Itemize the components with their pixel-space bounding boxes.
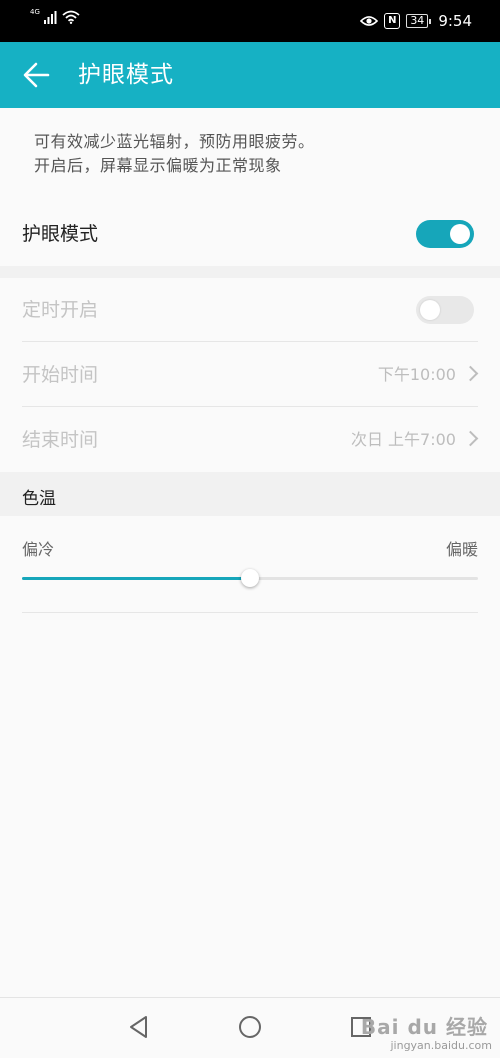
- app-bar: 护眼模式: [0, 42, 500, 108]
- cool-label: 偏冷: [22, 540, 55, 559]
- eye-comfort-toggle[interactable]: [416, 220, 474, 248]
- watermark-logo: Bai du 经验: [360, 1015, 488, 1039]
- color-temperature-slider[interactable]: [22, 568, 478, 590]
- watermark-url: jingyan.baidu.com: [390, 1039, 492, 1052]
- divider: [22, 612, 478, 613]
- eye-comfort-row[interactable]: 护眼模式: [22, 202, 478, 266]
- navigation-bar: Bai du 经验 jingyan.baidu.com: [0, 997, 500, 1058]
- start-time-label: 开始时间: [22, 364, 99, 386]
- slider-thumb[interactable]: [241, 569, 259, 587]
- schedule-label: 定时开启: [22, 299, 99, 321]
- end-time-row[interactable]: 结束时间 次日 上午7:00: [22, 408, 479, 472]
- warm-label: 偏暖: [445, 540, 478, 559]
- eye-comfort-label: 护眼模式: [22, 223, 99, 245]
- description-line-2: 开启后，屏幕显示偏暖为正常现象: [34, 156, 282, 175]
- battery-icon: 34: [406, 14, 432, 28]
- description-line-1: 可有效减少蓝光辐射，预防用眼疲劳。: [34, 132, 315, 151]
- status-left: 4G: [30, 8, 80, 24]
- start-time-value: 下午10:00: [377, 365, 456, 384]
- network-type: 4G: [30, 8, 40, 16]
- divider: [22, 341, 478, 342]
- section-divider: [0, 266, 500, 278]
- end-time-label: 结束时间: [22, 429, 99, 451]
- eye-icon: [360, 16, 379, 26]
- back-triangle-icon[interactable]: [126, 1014, 152, 1040]
- start-time-row[interactable]: 开始时间 下午10:00: [22, 343, 479, 407]
- status-bar: 4G N 34 9:54: [0, 0, 500, 42]
- toggle-knob: [420, 300, 440, 320]
- page-title: 护眼模式: [78, 62, 174, 88]
- description: 可有效减少蓝光辐射，预防用眼疲劳。 开启后，屏幕显示偏暖为正常现象: [34, 130, 474, 178]
- status-right: N 34 9:54: [360, 12, 472, 30]
- back-arrow-icon[interactable]: [18, 59, 54, 91]
- schedule-row[interactable]: 定时开启: [22, 278, 478, 342]
- divider: [22, 406, 478, 407]
- wifi-icon: [62, 10, 80, 24]
- signal-icon: [43, 11, 57, 24]
- chevron-right-icon: [462, 430, 479, 447]
- end-time-value: 次日 上午7:00: [350, 430, 456, 449]
- home-circle-icon[interactable]: [237, 1014, 263, 1040]
- clock: 9:54: [438, 12, 472, 30]
- nfc-icon: N: [384, 13, 401, 29]
- slider-fill: [22, 577, 250, 580]
- chevron-right-icon: [462, 365, 479, 382]
- color-temperature-header-band: [0, 472, 500, 516]
- toggle-knob: [450, 224, 470, 244]
- color-temperature-header: 色温: [22, 489, 56, 509]
- schedule-toggle[interactable]: [416, 296, 474, 324]
